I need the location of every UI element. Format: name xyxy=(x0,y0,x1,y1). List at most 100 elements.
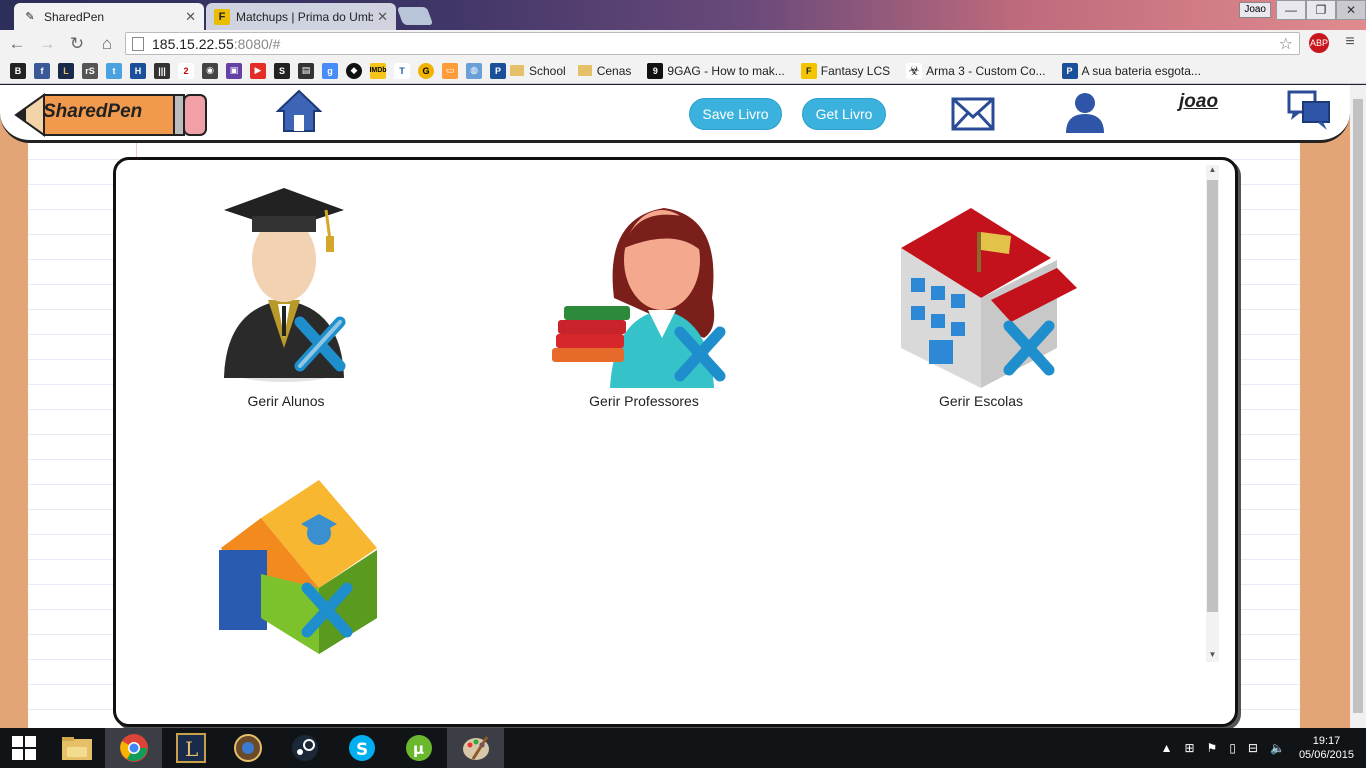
web-page: SharedPen Save Livro Get Livro joao Geri… xyxy=(0,85,1350,728)
bookmark-b-icon[interactable]: B xyxy=(10,62,26,79)
tile-gerir-alunos[interactable]: Gerir Alunos xyxy=(206,188,366,409)
hearthstone-icon xyxy=(233,734,262,762)
username-link[interactable]: joao xyxy=(1179,91,1218,113)
taskbar-steam[interactable] xyxy=(276,728,333,768)
page-scroll-thumb[interactable] xyxy=(1353,99,1363,713)
menu-icon[interactable]: ≡ xyxy=(1340,33,1360,53)
tile-gerir-professores[interactable]: Gerir Professores xyxy=(544,188,744,409)
bookmark-p-icon[interactable]: P xyxy=(490,62,506,79)
bookmark-bars-icon[interactable]: ||| xyxy=(154,62,170,79)
close-tab-icon[interactable]: ✕ xyxy=(185,9,196,25)
url-path: :8080/# xyxy=(233,35,281,52)
bookmark-arma3[interactable]: ☣ Arma 3 - Custom Co... xyxy=(902,62,1046,79)
taskbar-chrome[interactable] xyxy=(105,728,162,768)
taskbar-hearthstone[interactable] xyxy=(219,728,276,768)
bookmark-label: Arma 3 - Custom Co... xyxy=(926,63,1046,78)
bookmark-fantasy-lcs[interactable]: F Fantasy LCS xyxy=(797,62,891,79)
mail-icon[interactable] xyxy=(951,97,995,136)
tab-matchups[interactable]: F Matchups | Prima do Umb ✕ xyxy=(206,3,396,30)
bookmark-2-icon[interactable]: 2 xyxy=(178,62,194,79)
tab-sharedpen[interactable]: ✎ SharedPen ✕ xyxy=(14,3,204,30)
bookmark-label: Fantasy LCS xyxy=(820,63,891,78)
chrome-icon xyxy=(119,734,148,762)
bookmark-orange-icon[interactable]: ▭ xyxy=(442,62,458,79)
close-window-button[interactable]: ✕ xyxy=(1336,0,1366,20)
bookmark-star-icon[interactable]: ☆ xyxy=(1279,34,1293,54)
minimize-button[interactable]: — xyxy=(1276,0,1306,20)
tile-gerir-escolas[interactable]: Gerir Escolas xyxy=(881,188,1081,409)
reload-button[interactable]: ↻ xyxy=(64,31,90,57)
clock-time: 19:17 xyxy=(1312,735,1341,747)
scroll-down-arrow-icon[interactable]: ▼ xyxy=(1206,650,1219,662)
bookmark-black-circle-icon[interactable]: ◆ xyxy=(346,62,362,79)
scroll-up-arrow-icon[interactable]: ▲ xyxy=(1206,165,1219,177)
tab-title: SharedPen xyxy=(44,9,105,24)
taskbar-file-explorer[interactable] xyxy=(48,728,105,768)
taskbar-league[interactable]: L xyxy=(162,728,219,768)
taskbar-utorrent[interactable]: µ xyxy=(390,728,447,768)
close-tab-icon[interactable]: ✕ xyxy=(377,9,388,25)
bookmark-globe-icon[interactable]: ◍ xyxy=(466,62,482,79)
network-icon[interactable]: ⊟ xyxy=(1248,741,1258,755)
profile-button[interactable]: Joao xyxy=(1239,2,1271,18)
page-scrollbar[interactable] xyxy=(1350,85,1366,728)
chat-icon[interactable] xyxy=(1287,88,1333,139)
taskbar-skype[interactable]: S xyxy=(333,728,390,768)
home-icon[interactable] xyxy=(275,89,323,138)
bookmark-blue-icon[interactable]: H xyxy=(130,62,146,79)
show-hidden-icons-icon[interactable]: ▲ xyxy=(1161,741,1173,755)
volume-icon[interactable]: 🔈 xyxy=(1270,741,1285,755)
windows-taskbar: L S µ ▲ ⊞ ⚑ ▯ ⊟ 🔈 19:17 05/06/2015 xyxy=(0,728,1366,768)
new-tab-button[interactable] xyxy=(396,7,434,25)
bookmark-t-icon[interactable]: T xyxy=(394,62,410,79)
steam-icon xyxy=(291,735,318,761)
bookmark-folder-school[interactable]: School xyxy=(510,64,566,78)
bookmark-folder-cenas[interactable]: Cenas xyxy=(577,63,632,78)
imdb-icon[interactable]: IMDb xyxy=(369,62,387,79)
battery-icon[interactable]: ▯ xyxy=(1229,741,1236,755)
tile-caption: Gerir Escolas xyxy=(938,393,1024,409)
bookmark-9gag[interactable]: 9 9GAG - How to mak... xyxy=(643,62,785,79)
address-bar[interactable]: 185.15.22.55:8080/# ☆ xyxy=(125,32,1300,55)
logo-text: SharedPen xyxy=(43,101,143,122)
bookmark-label: 9GAG - How to mak... xyxy=(667,63,785,78)
youtube-icon[interactable]: ▶ xyxy=(250,62,266,79)
windows-icon[interactable]: ⊞ xyxy=(1184,741,1194,755)
profile-icon[interactable] xyxy=(1062,90,1108,139)
tile-caption: Gerir Professores xyxy=(589,393,699,409)
google-icon[interactable]: g xyxy=(322,62,338,79)
bookmark-label: Cenas xyxy=(596,63,632,78)
maximize-button[interactable]: ❐ xyxy=(1306,0,1336,20)
back-button[interactable]: ← xyxy=(4,31,30,57)
windows-logo-icon xyxy=(12,736,36,760)
bookmark-g-icon[interactable]: G xyxy=(418,62,434,79)
browser-toolbar: ← → ↻ ⌂ 185.15.22.55:8080/# ☆ ABP ≡ xyxy=(0,30,1366,58)
rs-icon[interactable]: rS xyxy=(82,62,98,79)
fantasy-icon: F xyxy=(800,62,817,79)
panel-scrollbar[interactable]: ▲ ▼ xyxy=(1206,165,1219,662)
steam-s-icon[interactable]: S xyxy=(274,62,290,79)
bookmark-dark-icon[interactable]: ▤ xyxy=(298,62,314,79)
page-icon xyxy=(132,36,144,51)
bookmark-gray-icon[interactable]: ◉ xyxy=(202,62,218,79)
save-livro-button[interactable]: Save Livro xyxy=(689,98,782,130)
taskbar-paint[interactable] xyxy=(447,728,504,768)
start-button[interactable] xyxy=(0,728,48,768)
clock[interactable]: 19:17 05/06/2015 xyxy=(1299,734,1354,762)
twitch-icon[interactable]: ▣ xyxy=(226,62,242,79)
panel-scroll-thumb[interactable] xyxy=(1207,180,1218,612)
home-button[interactable]: ⌂ xyxy=(94,31,120,57)
facebook-icon[interactable]: f xyxy=(34,62,50,79)
bookmark-twitter-icon[interactable]: t xyxy=(106,62,122,79)
tile-puzzle-house[interactable] xyxy=(201,478,381,657)
tab-title: Matchups | Prima do Umb xyxy=(236,9,374,24)
forward-button[interactable]: → xyxy=(34,31,60,57)
bookmark-bateria[interactable]: PA sua bateria esgota... xyxy=(1058,62,1201,79)
adblock-icon[interactable]: ABP xyxy=(1309,33,1329,53)
lol-icon[interactable]: L xyxy=(58,62,74,79)
bookmark-label: School xyxy=(529,63,566,78)
notebook-left-edge xyxy=(0,85,28,728)
flag-icon[interactable]: ⚑ xyxy=(1207,741,1218,755)
get-livro-button[interactable]: Get Livro xyxy=(802,98,886,130)
folder-icon xyxy=(577,65,592,76)
